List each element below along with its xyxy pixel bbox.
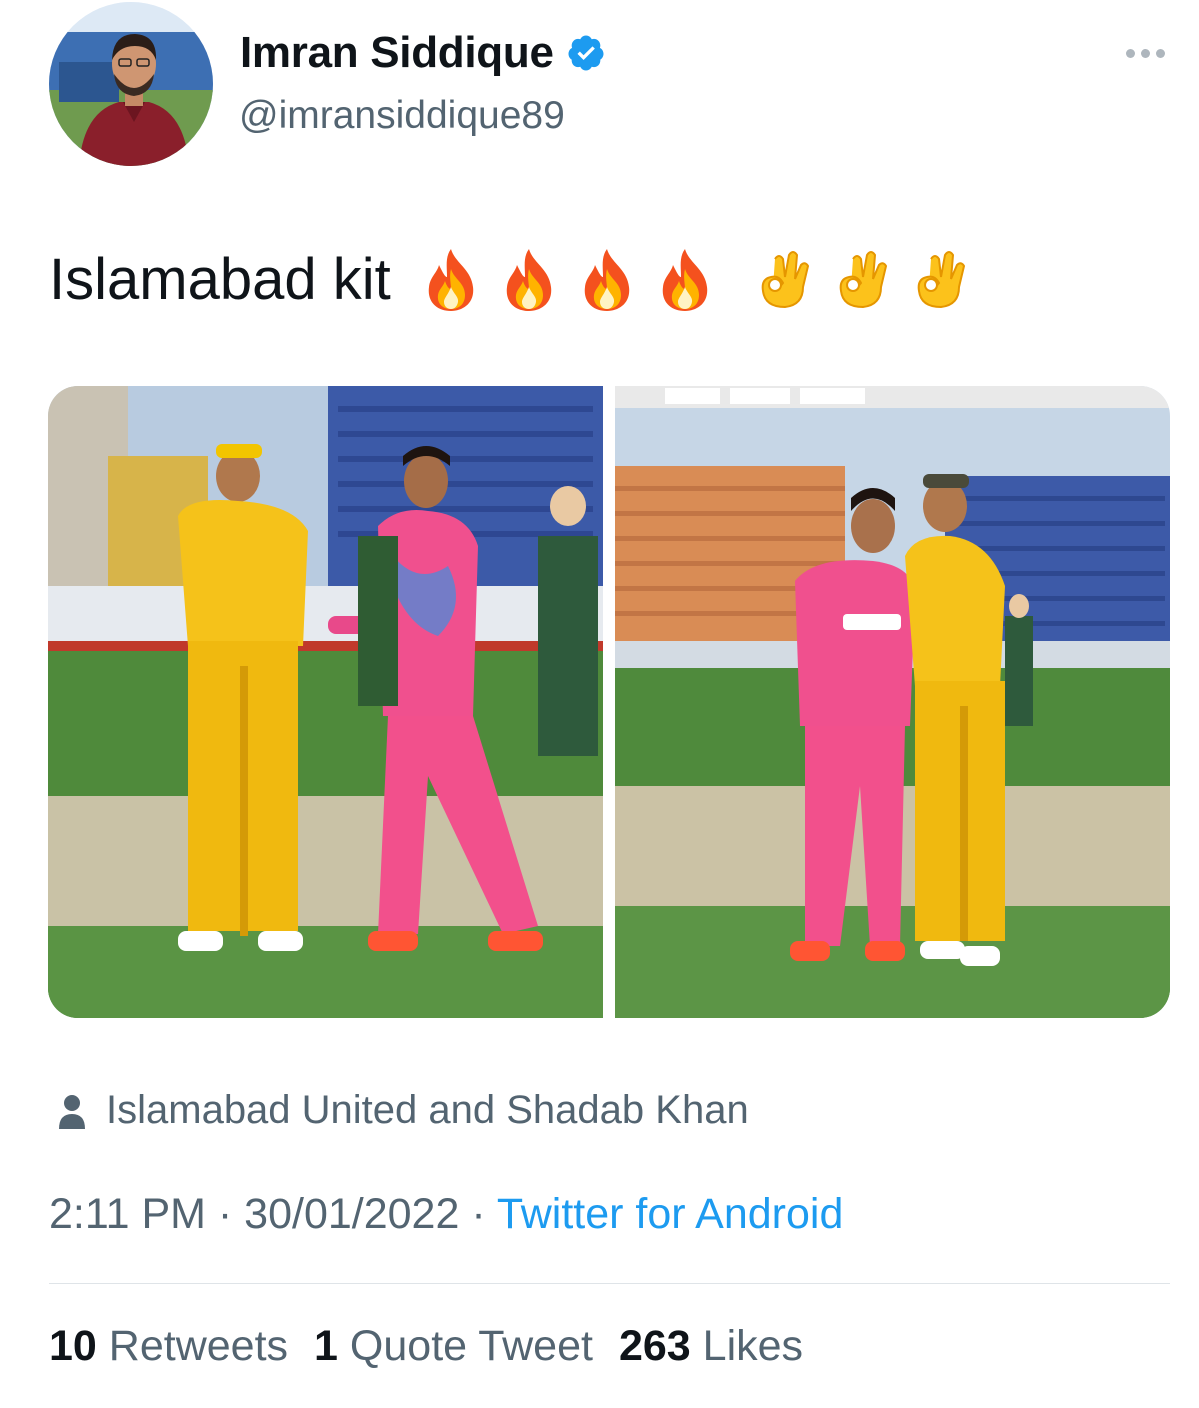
retweets-count: 10 bbox=[49, 1322, 97, 1370]
meta-separator: · bbox=[205, 1190, 245, 1238]
more-dot bbox=[1140, 48, 1150, 58]
meta-separator: · bbox=[459, 1190, 497, 1238]
quote-tweets-label: Quote Tweet bbox=[349, 1322, 593, 1370]
tweet-media bbox=[48, 386, 1170, 1018]
quote-tweets-count: 1 bbox=[314, 1322, 338, 1370]
more-dot bbox=[1155, 48, 1165, 58]
likes-count: 263 bbox=[618, 1322, 691, 1370]
ok-hand-emoji-icon bbox=[911, 247, 971, 313]
retweets-stat[interactable]: 10 Retweets bbox=[49, 1322, 288, 1371]
ok-hand-emoji-icon bbox=[755, 247, 815, 313]
tweet-source-link[interactable]: Twitter for Android bbox=[497, 1190, 844, 1238]
likes-label: Likes bbox=[702, 1322, 804, 1370]
verified-badge-icon bbox=[566, 33, 606, 73]
tagged-people-label[interactable]: Islamabad United and Shadab Khan bbox=[106, 1088, 749, 1133]
author-name[interactable]: Imran Siddique bbox=[240, 28, 606, 78]
divider bbox=[49, 1283, 1170, 1284]
tweet-stats: 10 Retweets 1 Quote Tweet 263 Likes bbox=[49, 1322, 803, 1371]
tweet-meta: 2:11 PM · 30/01/2022 · Twitter for Andro… bbox=[49, 1190, 843, 1239]
more-dot bbox=[1125, 48, 1135, 58]
more-options-icon[interactable] bbox=[1120, 43, 1170, 63]
retweets-label: Retweets bbox=[108, 1322, 289, 1370]
author-handle[interactable]: @imransiddique89 bbox=[239, 94, 565, 138]
photo-right[interactable] bbox=[615, 386, 1170, 1018]
photo-left[interactable] bbox=[48, 386, 603, 1018]
tweet-card: Imran Siddique @imransiddique89 Islamaba… bbox=[0, 0, 1199, 1408]
tagged-people[interactable]: Islamabad United and Shadab Khan bbox=[58, 1088, 749, 1133]
fire-emoji-icon bbox=[499, 247, 559, 313]
ok-hand-emoji-icon bbox=[833, 247, 893, 313]
author-name-text[interactable]: Imran Siddique bbox=[240, 28, 554, 78]
person-icon bbox=[58, 1091, 86, 1131]
emoji-row bbox=[421, 247, 989, 313]
fire-emoji-icon bbox=[655, 247, 715, 313]
fire-emoji-icon bbox=[421, 247, 481, 313]
likes-stat[interactable]: 263 Likes bbox=[619, 1322, 803, 1371]
tweet-time[interactable]: 2:11 PM bbox=[49, 1190, 206, 1238]
tweet-text-content: Islamabad kit bbox=[49, 247, 391, 312]
tweet-text: Islamabad kit bbox=[49, 246, 989, 313]
avatar[interactable] bbox=[49, 2, 213, 166]
fire-emoji-icon bbox=[577, 247, 637, 313]
quote-tweets-stat[interactable]: 1 Quote Tweet bbox=[314, 1322, 593, 1371]
tweet-date[interactable]: 30/01/2022 bbox=[244, 1190, 459, 1238]
